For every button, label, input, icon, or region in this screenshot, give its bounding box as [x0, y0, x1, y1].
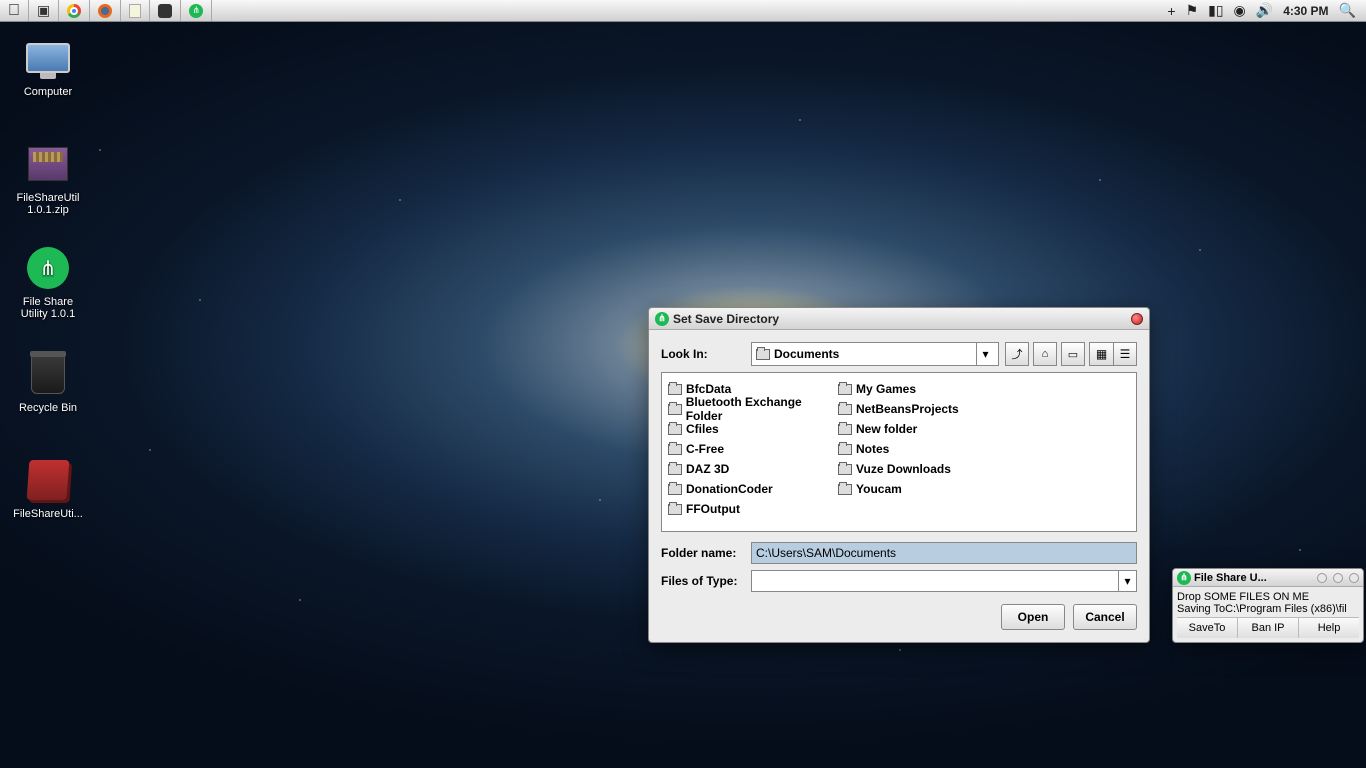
list-view-button[interactable]: ☰ — [1113, 342, 1137, 366]
folder-item[interactable]: NetBeansProjects — [838, 399, 1008, 419]
cancel-button[interactable]: Cancel — [1073, 604, 1137, 630]
folder-label: FFOutput — [686, 502, 740, 516]
folder-icon — [838, 444, 852, 455]
folder-item[interactable]: C-Free — [668, 439, 838, 459]
folder-icon — [668, 504, 682, 515]
folder-item[interactable]: Vuze Downloads — [838, 459, 1008, 479]
battery-icon[interactable]: ▮▯ — [1208, 2, 1223, 19]
folder-label: My Games — [856, 382, 916, 396]
folder-item[interactable]: New folder — [838, 419, 1008, 439]
volume-icon[interactable]: 🔊 — [1256, 2, 1273, 19]
desktop-icon-label: File Share Utility 1.0.1 — [8, 296, 88, 320]
desktop-icon-zip[interactable]: FileShareUtil 1.0.1.zip — [8, 140, 88, 216]
home-button[interactable]: ⌂ — [1033, 342, 1057, 366]
look-in-combo[interactable]: Documents ▾ — [751, 342, 999, 366]
folder-icon — [838, 464, 852, 475]
drop-message: Drop SOME FILES ON ME — [1177, 591, 1359, 603]
maximize-icon[interactable] — [1333, 573, 1343, 583]
chrome-icon[interactable] — [59, 0, 90, 21]
up-folder-button[interactable]: ⤴ — [1005, 342, 1029, 366]
folder-icon — [838, 404, 852, 415]
folder-icon — [668, 464, 682, 475]
folder-name-input[interactable]: C:\Users\SAM\Documents — [751, 542, 1137, 564]
folder-icon — [668, 404, 682, 415]
dialog-app-icon: ⋔ — [655, 312, 669, 326]
folder-label: C-Free — [686, 442, 724, 456]
folder-icon — [838, 484, 852, 495]
mini-titlebar[interactable]: ⋔ File Share U... — [1173, 569, 1363, 587]
folder-label: NetBeansProjects — [856, 402, 959, 416]
firefox-icon[interactable] — [90, 0, 121, 21]
folder-icon — [838, 384, 852, 395]
folder-icon — [838, 424, 852, 435]
icon-view-button[interactable]: ▦ — [1089, 342, 1113, 366]
desktop-icon-label: FileShareUti... — [8, 508, 88, 520]
folder-icon — [756, 349, 770, 360]
chevron-down-icon[interactable]: ▾ — [1118, 571, 1136, 591]
folder-icon — [668, 384, 682, 395]
folder-item[interactable]: Notes — [838, 439, 1008, 459]
folder-item[interactable]: Bluetooth Exchange Folder — [668, 399, 838, 419]
files-type-label: Files of Type: — [661, 574, 745, 588]
folder-icon — [668, 424, 682, 435]
folder-label: Notes — [856, 442, 889, 456]
desktop-icon-trash[interactable]: Recycle Bin — [8, 350, 88, 414]
saveto-button[interactable]: SaveTo — [1177, 618, 1238, 638]
files-type-select[interactable]: ▾ — [751, 570, 1137, 592]
dialog-title: Set Save Directory — [673, 312, 779, 326]
folder-label: BfcData — [686, 382, 731, 396]
folder-label: Youcam — [856, 482, 902, 496]
flag-icon[interactable]: ⚑ — [1186, 2, 1199, 19]
look-in-label: Look In: — [661, 347, 745, 361]
folder-label: DonationCoder — [686, 482, 773, 496]
folder-name-label: Folder name: — [661, 546, 745, 560]
look-in-value: Documents — [774, 347, 839, 361]
desktop-icon-redfolder[interactable]: FileShareUti... — [8, 456, 88, 520]
share-app-icon[interactable]: ⋔ — [181, 0, 212, 21]
folder-item[interactable]: DAZ 3D — [668, 459, 838, 479]
app-icon[interactable] — [150, 0, 181, 21]
chevron-down-icon[interactable]: ▾ — [976, 343, 994, 365]
banip-button[interactable]: Ban IP — [1238, 618, 1299, 638]
notepad-icon[interactable] — [121, 0, 150, 21]
folder-item[interactable]: My Games — [838, 379, 1008, 399]
new-folder-button[interactable]: ▭ — [1061, 342, 1085, 366]
plus-icon[interactable]: + — [1167, 3, 1175, 19]
file-list[interactable]: BfcData Bluetooth Exchange Folder Cfiles C-… — [661, 372, 1137, 532]
desktop-icon-label: Recycle Bin — [8, 402, 88, 414]
folder-item[interactable]: Cfiles — [668, 419, 838, 439]
folder-item[interactable]: Youcam — [838, 479, 1008, 499]
saving-path: Saving ToC:\Program Files (x86)\fil — [1177, 603, 1359, 615]
folder-icon — [668, 444, 682, 455]
desktop-icon-share[interactable]: ⋔File Share Utility 1.0.1 — [8, 244, 88, 320]
menubar:  ▣ ⋔ + ⚑ ▮▯ ◉ 🔊 4:30 PM 🔍 — [0, 0, 1366, 22]
folder-label: DAZ 3D — [686, 462, 729, 476]
mini-body[interactable]: Drop SOME FILES ON ME Saving ToC:\Progra… — [1173, 587, 1363, 642]
wifi-icon[interactable]: ◉ — [1234, 2, 1246, 19]
open-button[interactable]: Open — [1001, 604, 1065, 630]
apple-menu-icon[interactable]:  — [0, 0, 29, 21]
folder-item[interactable]: DonationCoder — [668, 479, 838, 499]
file-share-window: ⋔ File Share U... Drop SOME FILES ON ME … — [1172, 568, 1364, 643]
help-button[interactable]: Help — [1299, 618, 1359, 638]
search-icon[interactable]: 🔍 — [1339, 2, 1356, 19]
close-icon[interactable] — [1131, 313, 1143, 325]
mini-title: File Share U... — [1194, 572, 1267, 584]
clock[interactable]: 4:30 PM — [1283, 4, 1328, 18]
desktop-icon-label: Computer — [8, 86, 88, 98]
dialog-titlebar[interactable]: ⋔ Set Save Directory — [649, 308, 1149, 330]
folder-label: Cfiles — [686, 422, 719, 436]
finder-icon[interactable]: ▣ — [29, 0, 59, 21]
mini-app-icon: ⋔ — [1177, 571, 1191, 585]
save-directory-dialog: ⋔ Set Save Directory Look In: Documents … — [648, 307, 1150, 643]
close-icon[interactable] — [1349, 573, 1359, 583]
folder-label: Vuze Downloads — [856, 462, 951, 476]
desktop-icon-label: FileShareUtil 1.0.1.zip — [8, 192, 88, 216]
folder-item[interactable]: FFOutput — [668, 499, 838, 519]
desktop-icon-monitor[interactable]: Computer — [8, 34, 88, 98]
folder-icon — [668, 484, 682, 495]
minimize-icon[interactable] — [1317, 573, 1327, 583]
folder-label: New folder — [856, 422, 917, 436]
